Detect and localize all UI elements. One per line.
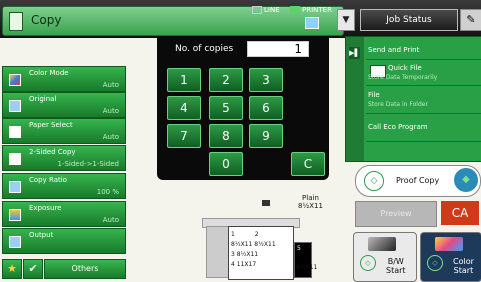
favorite-star-icon[interactable]: ★ bbox=[2, 259, 22, 279]
copies-keypad: No. of copies 1 1 2 3 4 5 6 7 8 9 0 C bbox=[157, 36, 329, 180]
key-3[interactable]: 3 bbox=[249, 68, 283, 92]
mode-dropdown-button[interactable]: ▼ bbox=[337, 9, 355, 31]
key-0[interactable]: 0 bbox=[209, 152, 243, 176]
right-options-panel: ▶▌ Send and Print Quick File Store Data … bbox=[345, 36, 481, 162]
copier-illustration: 1 2 8½X11 8½X11 3 8½X11 4 11X17 5 bbox=[200, 212, 312, 282]
paper-select-button[interactable]: Paper Select Auto bbox=[2, 118, 126, 144]
printer-icon bbox=[305, 17, 319, 29]
edit-icon[interactable]: ✎ bbox=[460, 9, 481, 31]
call-eco-program-item[interactable]: Call Eco Program bbox=[368, 123, 428, 131]
divider bbox=[366, 113, 481, 114]
paper-trays[interactable]: 1 2 8½X11 8½X11 3 8½X11 4 11X17 bbox=[228, 226, 294, 280]
key-6[interactable]: 6 bbox=[249, 96, 283, 120]
proof-copy-button[interactable]: ◇ Proof Copy ◆ bbox=[355, 165, 481, 197]
diamond-start-icon: ◇ bbox=[364, 171, 384, 191]
file-item[interactable]: File bbox=[368, 91, 380, 99]
two-sided-copy-button[interactable]: 2-Sided Copy 1-Sided->1-Sided bbox=[2, 145, 126, 171]
quick-file-item[interactable]: Quick File bbox=[388, 64, 422, 72]
color-start-button[interactable]: ◇ Color Start bbox=[420, 232, 481, 282]
line-status-icon bbox=[252, 6, 262, 14]
printer-status: PRINTER bbox=[290, 6, 332, 14]
key-9[interactable]: 9 bbox=[249, 124, 283, 148]
color-brush-icon bbox=[435, 237, 463, 251]
color-mode-icon bbox=[9, 74, 21, 86]
page-title: Copy bbox=[31, 13, 62, 27]
clear-key[interactable]: C bbox=[291, 152, 325, 176]
others-button[interactable]: Others bbox=[44, 259, 126, 279]
key-7[interactable]: 7 bbox=[167, 124, 201, 148]
copies-label: No. of copies bbox=[175, 44, 234, 54]
diamond-color-icon: ◆ bbox=[454, 168, 478, 192]
divider bbox=[366, 85, 481, 86]
quick-file-sub: Store Data Temporarily bbox=[368, 74, 438, 81]
key-8[interactable]: 8 bbox=[209, 124, 243, 148]
printer-status-icon bbox=[290, 6, 300, 14]
copies-count-field[interactable]: 1 bbox=[247, 41, 309, 57]
color-mode-button[interactable]: Color Mode Auto bbox=[2, 66, 126, 92]
duplex-icon bbox=[9, 153, 21, 165]
bypass-tray-icon bbox=[262, 200, 270, 206]
divider bbox=[366, 59, 481, 60]
bw-brush-icon bbox=[368, 237, 396, 251]
job-status-button[interactable]: Job Status bbox=[360, 9, 458, 31]
output-icon bbox=[9, 236, 21, 248]
plain-paper-label: Plain 8½X11 bbox=[298, 194, 323, 210]
diamond-start-icon: ◇ bbox=[360, 255, 376, 271]
checkmark-icon[interactable]: ✔ bbox=[23, 259, 43, 279]
paper-icon bbox=[9, 126, 21, 138]
preview-button[interactable]: Preview bbox=[355, 201, 437, 227]
key-5[interactable]: 5 bbox=[209, 96, 243, 120]
bw-start-button[interactable]: ◇ B/W Start bbox=[353, 232, 417, 282]
file-sub: Store Data in Folder bbox=[368, 101, 428, 108]
copy-ratio-button[interactable]: Copy Ratio 100 % bbox=[2, 173, 126, 199]
ratio-icon bbox=[9, 181, 21, 193]
key-1[interactable]: 1 bbox=[167, 68, 201, 92]
diamond-start-icon: ◇ bbox=[427, 255, 443, 271]
panel-collapse-strip[interactable]: ▶▌ bbox=[346, 37, 364, 161]
send-and-print-item[interactable]: Send and Print bbox=[368, 46, 419, 54]
divider bbox=[366, 141, 481, 142]
original-icon bbox=[9, 100, 21, 112]
key-2[interactable]: 2 bbox=[209, 68, 243, 92]
output-button[interactable]: Output bbox=[2, 228, 126, 254]
expand-arrow-icon[interactable]: ▶▌ bbox=[349, 47, 360, 59]
tray-5[interactable]: 5 bbox=[294, 242, 312, 278]
key-4[interactable]: 4 bbox=[167, 96, 201, 120]
clear-all-button[interactable]: CA bbox=[441, 201, 479, 225]
line-status: LINE bbox=[252, 6, 280, 14]
exposure-icon bbox=[9, 209, 21, 221]
exposure-button[interactable]: Exposure Auto bbox=[2, 201, 126, 227]
original-button[interactable]: Original Auto bbox=[2, 92, 126, 118]
copy-mode-icon bbox=[9, 12, 23, 31]
